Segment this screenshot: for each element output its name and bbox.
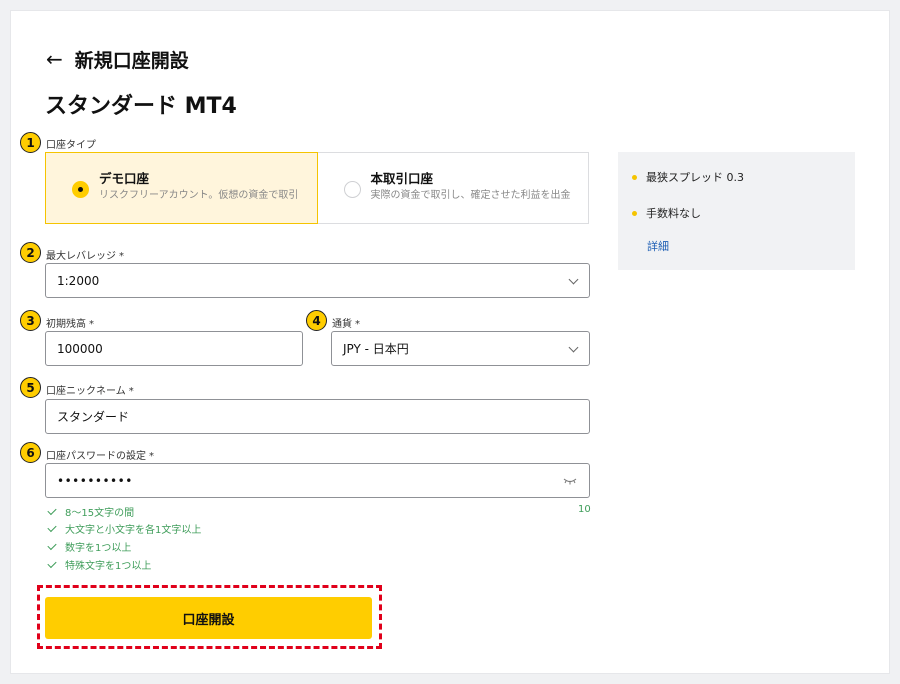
balance-label: 初期残高 xyxy=(46,319,86,330)
rule-text: 8～15文字の間 xyxy=(65,508,135,519)
password-rule: 数字を1つ以上 xyxy=(45,539,131,554)
back-title: 新規口座開設 xyxy=(74,49,189,72)
step-badge-4: 4 xyxy=(306,310,327,331)
live-radio[interactable] xyxy=(343,181,361,198)
rule-text: 数字を1つ以上 xyxy=(65,543,132,554)
step-badge-2: 2 xyxy=(20,242,41,263)
eye-closed-icon[interactable] xyxy=(563,476,577,486)
bullet-dot-icon xyxy=(632,210,637,216)
balance-value: 100000 xyxy=(57,341,103,356)
check-icon xyxy=(47,558,57,568)
account-type-demo-option[interactable]: デモ口座 リスクフリーアカウント。仮想の資金で取引 xyxy=(45,152,318,224)
rule-text: 特殊文字を1つ以上 xyxy=(65,561,152,572)
password-value: •••••••••• xyxy=(57,473,133,488)
live-desc: 実際の資金で取引し、確定させた利益を出金 xyxy=(370,190,571,201)
step-badge-6: 6 xyxy=(20,442,41,463)
leverage-value: 1:2000 xyxy=(57,273,100,288)
password-rule: 特殊文字を1つ以上 xyxy=(45,557,151,572)
required-mark: * xyxy=(149,451,154,462)
nickname-label-row: 口座ニックネーム * xyxy=(46,382,134,397)
required-mark: * xyxy=(89,319,94,330)
demo-desc: リスクフリーアカウント。仮想の資金で取引 xyxy=(99,190,299,201)
account-type-live-option[interactable]: 本取引口座 実際の資金で取引し、確定させた利益を出金 xyxy=(318,153,589,223)
chevron-down-icon xyxy=(568,274,579,285)
required-mark: * xyxy=(355,319,360,330)
live-title: 本取引口座 xyxy=(370,171,434,186)
details-link[interactable]: 詳細 xyxy=(647,238,669,254)
nickname-value: スタンダード xyxy=(57,410,130,424)
check-icon xyxy=(47,540,57,550)
currency-value: JPY - 日本円 xyxy=(343,342,409,356)
open-account-button[interactable]: 口座開設 xyxy=(45,597,372,639)
nickname-input[interactable]: スタンダード xyxy=(45,399,590,434)
demo-title: デモ口座 xyxy=(99,171,150,186)
leverage-label-row: 最大レバレッジ * xyxy=(46,247,124,262)
password-rule: 8～15文字の間 xyxy=(45,504,134,519)
chevron-down-icon xyxy=(568,342,579,353)
password-input[interactable]: •••••••••• xyxy=(45,463,590,498)
account-type-label: 口座タイプ xyxy=(46,140,96,151)
back-arrow-icon[interactable]: ← xyxy=(46,49,63,69)
info-text: 手数料なし xyxy=(646,207,701,220)
check-icon xyxy=(47,522,57,532)
currency-select[interactable]: JPY - 日本円 xyxy=(331,331,590,366)
password-rule: 大文字と小文字を各1文字以上 xyxy=(45,521,201,536)
info-item: 手数料なし xyxy=(632,205,701,221)
currency-label-row: 通貨 * xyxy=(332,315,360,330)
balance-label-row: 初期残高 * xyxy=(46,315,94,330)
leverage-select[interactable]: 1:2000 xyxy=(45,263,590,298)
step-badge-3: 3 xyxy=(20,310,41,331)
password-label: 口座パスワードの設定 xyxy=(46,451,146,462)
demo-radio[interactable] xyxy=(72,181,89,198)
bullet-dot-icon xyxy=(632,174,637,180)
back-header: ← 新規口座開設 xyxy=(46,44,189,74)
account-type-selector: デモ口座 リスクフリーアカウント。仮想の資金で取引 本取引口座 実際の資金で取引… xyxy=(45,152,589,224)
step-badge-1: 1 xyxy=(20,132,41,153)
step-badge-5: 5 xyxy=(20,377,41,398)
page-title: スタンダード MT4 xyxy=(45,94,237,119)
leverage-label: 最大レバレッジ xyxy=(46,251,116,262)
rule-text: 大文字と小文字を各1文字以上 xyxy=(65,525,202,536)
currency-label: 通貨 xyxy=(332,319,352,330)
required-mark: * xyxy=(119,251,124,262)
info-item: 最狭スプレッド 0.3 xyxy=(632,169,744,185)
password-label-row: 口座パスワードの設定 * xyxy=(46,447,154,462)
check-icon xyxy=(47,505,57,515)
initial-balance-input[interactable]: 100000 xyxy=(45,331,303,366)
info-panel: 最狭スプレッド 0.3 手数料なし 詳細 xyxy=(618,152,855,270)
required-mark: * xyxy=(128,386,134,397)
info-text: 最狭スプレッド 0.3 xyxy=(646,171,744,184)
nickname-label: 口座ニックネーム xyxy=(46,386,126,397)
password-char-count: 10 xyxy=(578,504,591,515)
